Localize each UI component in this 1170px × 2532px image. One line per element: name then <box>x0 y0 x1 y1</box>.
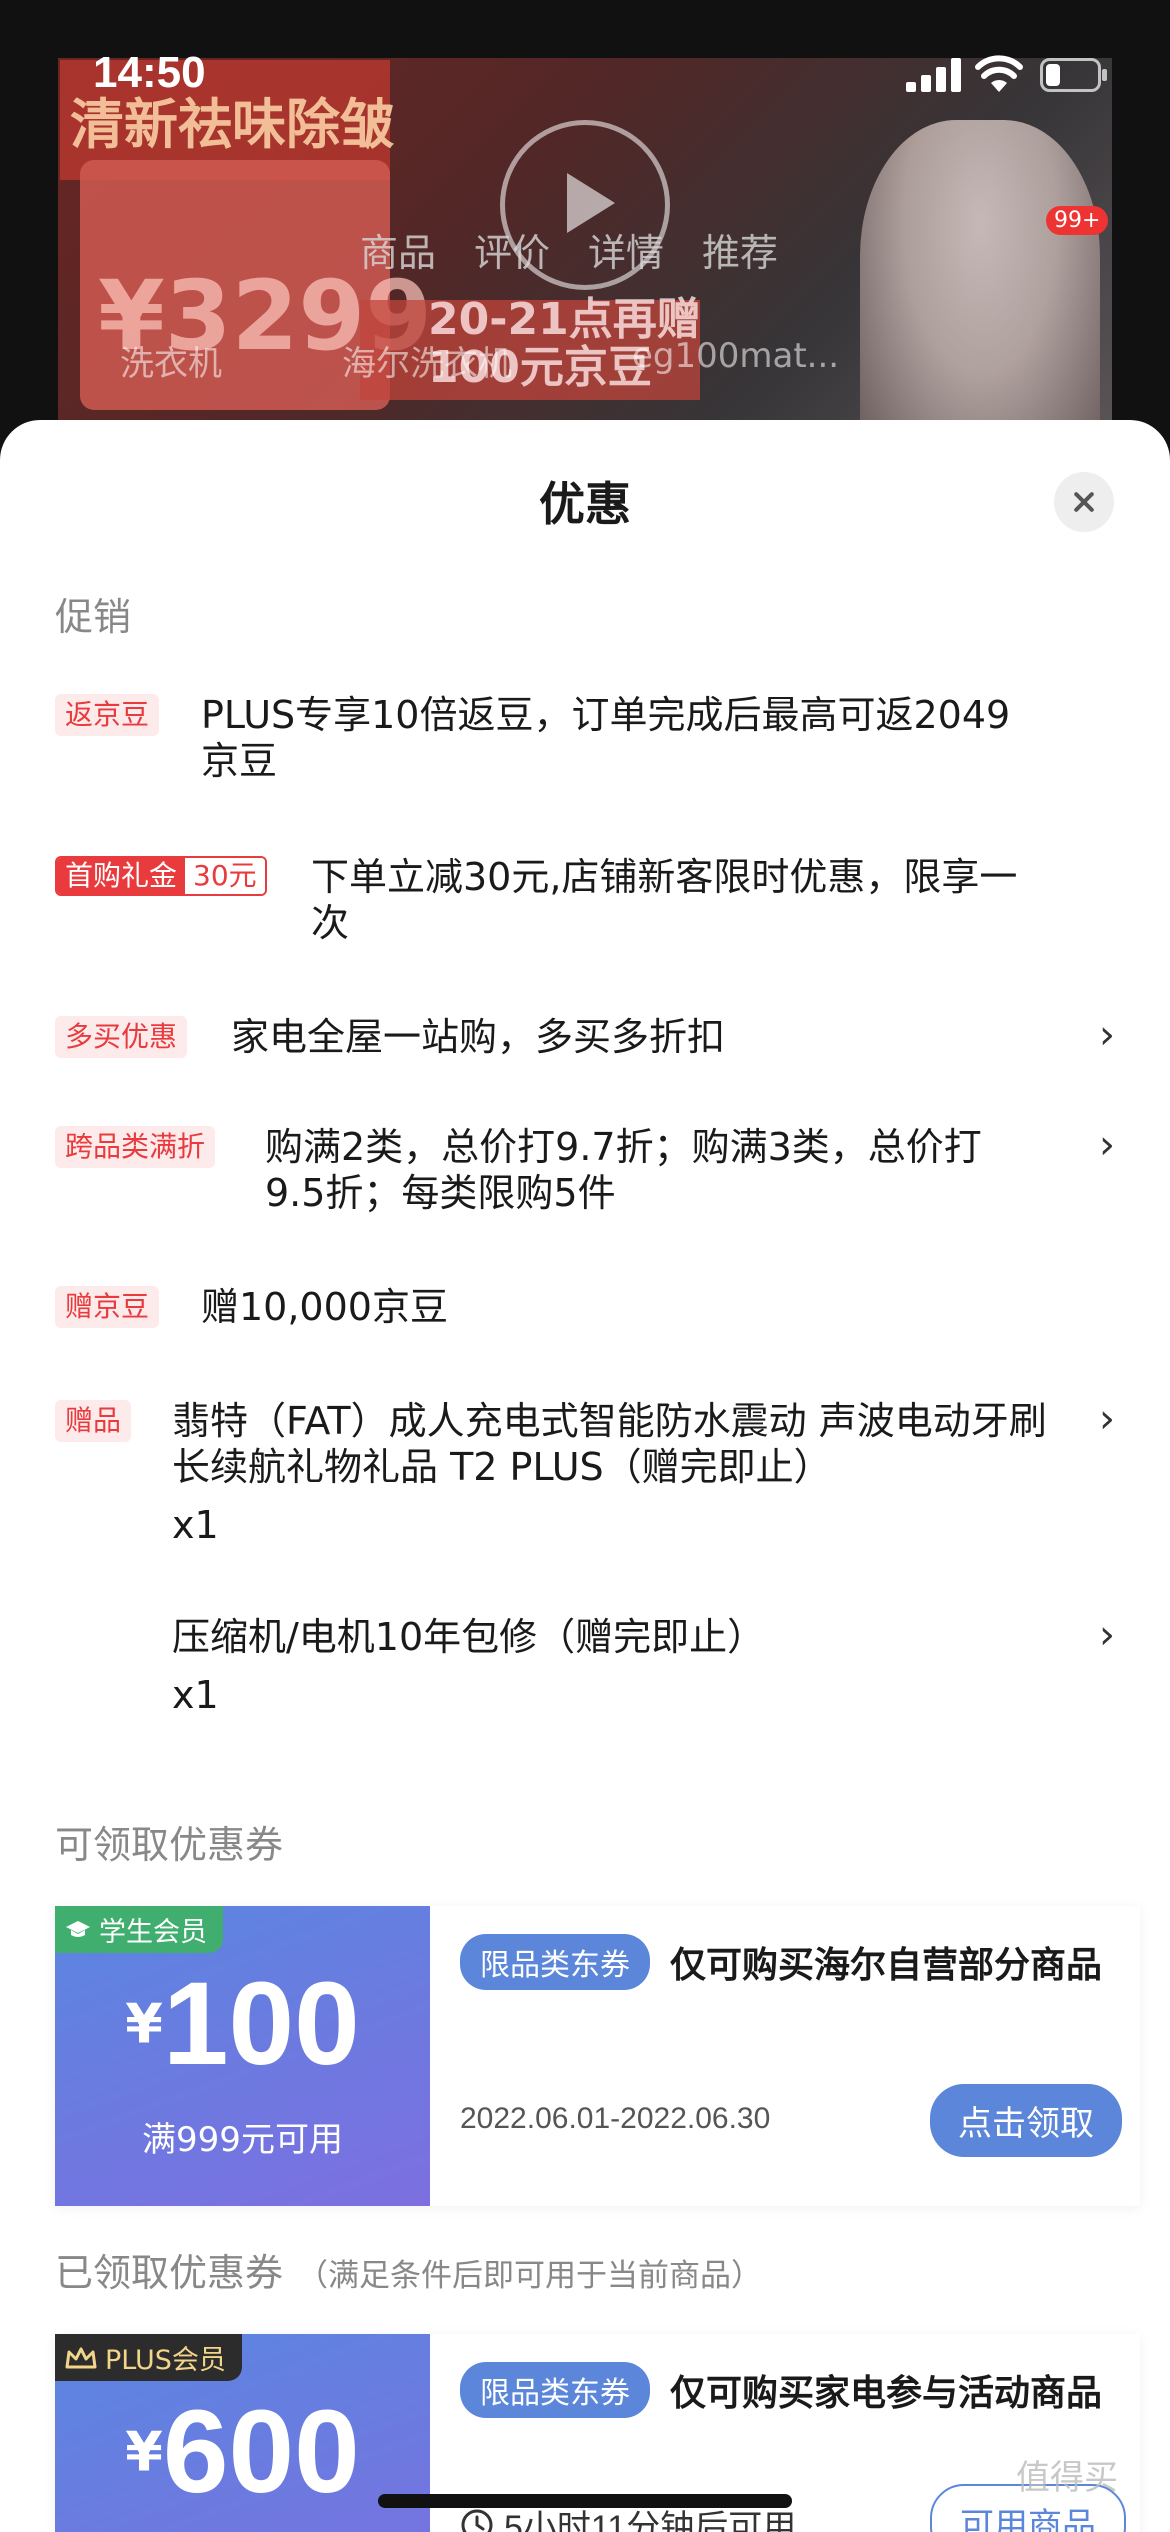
search-suggestion-1: 洗衣机 <box>120 344 222 384</box>
search-suggestions: 洗衣机 海尔洗衣机 eg100mat... <box>120 336 839 385</box>
claimed-coupons-label: 已领取优惠券 （满足条件后即可用于当前商品） <box>55 2242 762 2297</box>
chevron-right-icon: › <box>1099 1396 1115 1442</box>
promo-row-first-purchase: 首购礼金 30元 下单立减30元,店铺新客限时优惠，限享一 次 <box>55 854 1115 956</box>
available-coupons-label: 可领取优惠券 <box>55 1823 284 1867</box>
promo-tag-amount: 30元 <box>185 858 265 894</box>
tab-product: 商品 <box>360 231 437 275</box>
coupon-badge-label: PLUS会员 <box>105 2345 226 2376</box>
discount-sheet: 优惠 促销 返京豆 PLUS专享10倍返豆，订单完成后最高可返2049 京豆 首… <box>0 420 1170 2532</box>
promo-row-gift-item[interactable]: 赠品 翡特（FAT）成人充电式智能防水震动 声波电动牙刷 长续航礼物礼品 T2 … <box>55 1396 1115 1560</box>
promo-text-line: 翡特（FAT）成人充电式智能防水震动 声波电动牙刷 <box>172 1399 1047 1443</box>
promo-text-line: 长续航礼物礼品 T2 PLUS（赠完即止） <box>172 1445 832 1489</box>
gift-quantity: x1 <box>172 1673 219 1717</box>
promo-text: 压缩机/电机10年包修（赠完即止） x1 <box>172 1614 765 1718</box>
promo-row-warranty[interactable]: 压缩机/电机10年包修（赠完即止） x1 › <box>55 1612 1115 1726</box>
coupon-amount: ¥600 <box>55 2384 430 2520</box>
claimed-coupons-note: （满足条件后即可用于当前商品） <box>297 2258 763 2294</box>
status-time: 14:50 <box>93 48 206 97</box>
tab-recommend: 推荐 <box>702 231 779 275</box>
watermark: 值得买 <box>1016 2458 1118 2498</box>
wifi-icon <box>975 55 1023 92</box>
promo-tag: 跨品类满折 <box>55 1126 216 1168</box>
promo-text-line: 下单立减30元,店铺新客限时优惠，限享一 <box>311 855 1018 899</box>
search-suggestion-2: 海尔洗衣机 <box>342 344 512 384</box>
coupon-amount-value: 100 <box>162 1958 360 2090</box>
coupon-description: 仅可购买家电参与活动商品 <box>670 2373 1103 2414</box>
promo-text: 下单立减30元,店铺新客限时优惠，限享一 次 <box>311 854 1017 946</box>
search-suggestion-3: eg100mat... <box>632 336 840 376</box>
promo-text-line: 家电全屋一站购，多买多折扣 <box>231 1015 726 1059</box>
claim-coupon-button[interactable]: 点击领取 <box>930 2084 1122 2157</box>
tab-reviews: 评价 <box>474 231 551 275</box>
coupon-date-range: 2022.06.01-2022.06.30 <box>460 2102 771 2135</box>
coupon-description: 仅可购买海尔自营部分商品 <box>670 1945 1103 1986</box>
promo-tag: 赠京豆 <box>55 1286 160 1328</box>
coupon-badge-label: 学生会员 <box>99 1917 207 1948</box>
coupon-value-panel: 学生会员 ¥100 满999元可用 <box>55 1906 430 2206</box>
coupon-currency: ¥ <box>125 1992 163 2056</box>
claimed-coupons-title: 已领取优惠券 <box>55 2251 284 2295</box>
promo-text: PLUS专享10倍返豆，订单完成后最高可返2049 京豆 <box>201 692 1010 784</box>
coupon-amount: ¥100 <box>55 1956 430 2092</box>
coupon-amount-value: 600 <box>162 2386 360 2518</box>
promo-row-cross-category[interactable]: 跨品类满折 购满2类，总价打9.7折；购满3类，总价打 9.5折；每类限购5件 … <box>55 1122 1115 1226</box>
sheet-title: 优惠 <box>539 477 631 531</box>
status-bar: 14:50 <box>0 0 1170 140</box>
promo-text: 购满2类，总价打9.7折；购满3类，总价打 9.5折；每类限购5件 <box>265 1124 982 1216</box>
promo-text-line: 9.5折；每类限购5件 <box>265 1171 616 1215</box>
promo-text-line: PLUS专享10倍返豆，订单完成后最高可返2049 <box>201 693 1011 737</box>
chevron-right-icon: › <box>1099 1012 1115 1058</box>
promotion-section-label: 促销 <box>55 595 132 639</box>
coupon-card: 学生会员 ¥100 满999元可用 限品类东券 仅可购买海尔自营部分商品 202… <box>55 1906 1140 2206</box>
promo-tag: 返京豆 <box>55 694 160 736</box>
coupon-currency: ¥ <box>125 2420 163 2484</box>
product-nav-tabs: 商品 评价 详情 推荐 <box>360 222 778 277</box>
promo-text-line: 京豆 <box>201 739 278 783</box>
battery-icon <box>1040 58 1107 92</box>
cart-badge: 99+ <box>1046 206 1109 235</box>
promo-row-gift-beans: 赠京豆 赠10,000京豆 <box>55 1284 1115 1346</box>
chevron-right-icon: › <box>1099 1612 1115 1658</box>
chevron-right-icon: › <box>1099 1122 1115 1168</box>
promo-text-line: 次 <box>311 901 350 945</box>
coupon-member-badge: 学生会员 <box>55 1906 223 1953</box>
home-indicator[interactable] <box>378 2494 792 2508</box>
product-model-image <box>860 120 1100 460</box>
promo-text: 赠10,000京豆 <box>201 1284 448 1330</box>
gift-quantity: x1 <box>172 1503 219 1547</box>
promo-tag: 赠品 <box>55 1400 132 1442</box>
promo-text-line: 压缩机/电机10年包修（赠完即止） <box>172 1615 766 1659</box>
coupon-condition: 满999元可用 <box>142 2120 343 2160</box>
coupon-type-pill: 限品类东券 <box>460 1934 650 1990</box>
tab-details: 详情 <box>588 231 665 275</box>
promo-text-line: 购满2类，总价打9.7折；购满3类，总价打 <box>265 1125 982 1169</box>
crown-icon <box>65 2347 97 2368</box>
coupon-type-pill: 限品类东券 <box>460 2362 650 2418</box>
coupon-member-badge: PLUS会员 <box>55 2334 242 2381</box>
promo-row-multi-buy[interactable]: 多买优惠 家电全屋一站购，多买多折扣 › <box>55 1012 1115 1076</box>
promo-text: 家电全屋一站购，多买多折扣 <box>231 1014 725 1060</box>
promo-row-return-beans: 返京豆 PLUS专享10倍返豆，订单完成后最高可返2049 京豆 <box>55 692 1115 794</box>
promo-tag: 多买优惠 <box>55 1016 188 1058</box>
clock-icon <box>461 2509 493 2532</box>
cellular-signal-icon <box>906 58 961 92</box>
coupon-value-panel: PLUS会员 ¥600 <box>55 2334 430 2532</box>
promo-tag-label: 首购礼金 <box>57 858 186 894</box>
graduation-cap-icon <box>66 1920 90 1937</box>
promo-text: 翡特（FAT）成人充电式智能防水震动 声波电动牙刷 长续航礼物礼品 T2 PLU… <box>172 1398 1047 1548</box>
close-icon[interactable] <box>1054 472 1114 532</box>
promo-text-line: 赠10,000京豆 <box>201 1285 448 1329</box>
promo-tag-first-purchase: 首购礼金 30元 <box>55 856 267 896</box>
